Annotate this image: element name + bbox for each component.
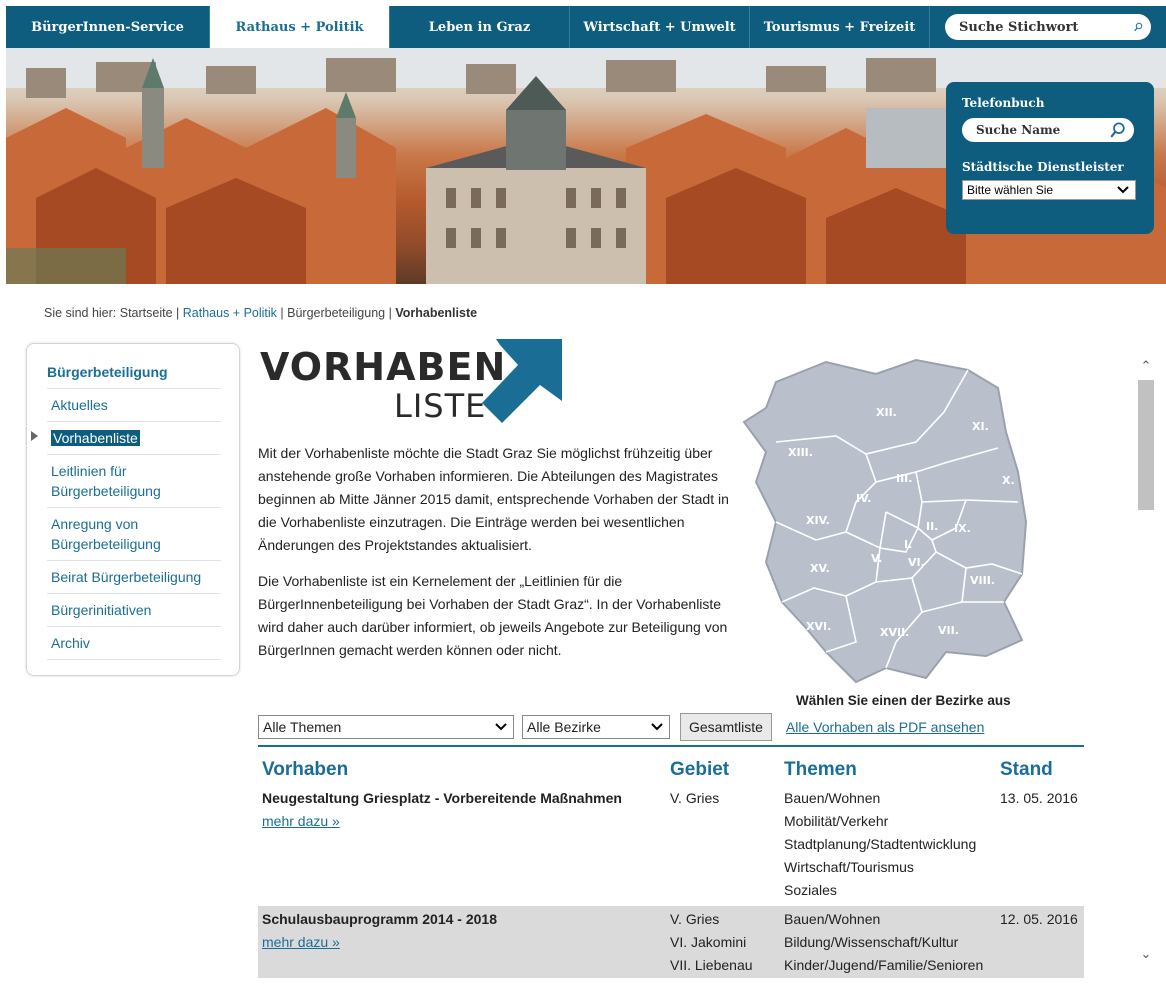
sidebar-item-aktuelles[interactable]: Aktuelles — [47, 389, 221, 422]
services-select-value: Bitte wählen Sie — [967, 183, 1054, 197]
keyword-search — [945, 14, 1151, 40]
intro-paragraph-2: Die Vorhabenliste ist ein Kernelement de… — [258, 573, 728, 658]
project-title: Neugestaltung Griesplatz - Vorbereitende… — [262, 790, 622, 806]
arrow-up-right-icon — [482, 339, 562, 423]
search-area — [930, 6, 1166, 48]
vorhabenliste-logo: VORHABEN LISTE — [260, 339, 562, 425]
map-district-label[interactable]: XVI. — [806, 620, 831, 633]
keyword-search-input[interactable] — [959, 19, 1134, 35]
theme-cell: Bauen/Wohnen — [784, 790, 881, 806]
sidebar-item-anregung[interactable]: Anregung von Bürgerbeteiligung — [47, 508, 221, 561]
map-district-label[interactable]: II. — [926, 520, 938, 533]
sidebar-item-archiv[interactable]: Archiv — [47, 627, 221, 660]
map-district-label[interactable]: VI. — [908, 556, 925, 569]
search-icon[interactable] — [1110, 122, 1126, 138]
map-district-label[interactable]: X. — [1002, 474, 1015, 487]
pdf-link[interactable]: Alle Vorhaben als PDF ansehen — [786, 719, 984, 735]
map-district-label[interactable]: V. — [871, 552, 882, 565]
area-cell: V. Gries — [670, 790, 720, 806]
phonebook-panel: Telefonbuch Städtische Dienstleister Bit… — [946, 82, 1154, 234]
table-row: Neugestaltung Griesplatz - Vorbereitende… — [258, 787, 1084, 905]
table-row: Schulausbauprogramm 2014 - 2018 mehr daz… — [258, 906, 1084, 978]
map-district-label[interactable]: XIII. — [788, 446, 813, 459]
area-cell: V. Gries — [670, 911, 720, 927]
map-district-label[interactable]: VIII. — [970, 574, 995, 587]
scrollbar-thumb[interactable] — [1138, 380, 1154, 510]
map-district-label[interactable]: XV. — [810, 562, 830, 575]
theme-cell: Bauen/Wohnen — [784, 911, 881, 927]
current-page-arrow-icon — [31, 431, 38, 441]
column-header-themen: Themen — [784, 759, 857, 780]
breadcrumb-prefix: Sie sind hier: — [44, 306, 117, 320]
logo-line-1: VORHABEN — [260, 345, 507, 389]
theme-cell: Wirtschaft/Tourismus — [784, 859, 914, 875]
column-header-stand: Stand — [1000, 759, 1053, 780]
breadcrumb-home[interactable]: Startseite — [120, 306, 173, 320]
map-district-label[interactable]: III. — [896, 472, 912, 485]
services-label: Städtische Dienstleister — [962, 160, 1124, 174]
chevron-down-icon — [495, 723, 507, 731]
intro-paragraph-1: Mit der Vorhabenliste möchte die Stadt G… — [258, 445, 729, 553]
theme-cell: Bildung/Wissenschaft/Kultur — [784, 934, 959, 950]
filter-bar: Alle Themen Alle Bezirke Gesamtliste All… — [258, 713, 984, 741]
breadcrumb: Sie sind hier: Startseite | Rathaus + Po… — [44, 306, 478, 320]
map-district-label[interactable]: I. — [904, 538, 912, 551]
top-navigation: BürgerInnen-Service Rathaus + Politik Le… — [6, 6, 1166, 48]
area-cell: VII. Liebenau — [670, 957, 753, 973]
map-district-label[interactable]: XVII. — [880, 626, 909, 639]
sidebar-item-vorhabenliste[interactable]: Vorhabenliste — [31, 422, 221, 455]
sidebar-item-beirat[interactable]: Beirat Bürgerbeteiligung — [47, 561, 221, 594]
themes-select-value: Alle Themen — [263, 719, 342, 735]
date-cell: 13. 05. 2016 — [1000, 790, 1078, 806]
theme-cell: Kinder/Jugend/Familie/Senioren — [784, 957, 984, 973]
tab-leben-in-graz[interactable]: Leben in Graz — [390, 6, 570, 48]
sidebar-item-buergerinitiativen[interactable]: Bürgerinitiativen — [47, 594, 221, 627]
area-cell: VI. Jakomini — [670, 934, 747, 950]
full-list-button[interactable]: Gesamtliste — [680, 713, 772, 741]
breadcrumb-current: Vorhabenliste — [395, 306, 478, 320]
sidebar-item-leitlinien[interactable]: Leitlinien für Bürgerbeteiligung — [47, 455, 221, 508]
map-district-label[interactable]: VII. — [938, 624, 959, 637]
name-search — [962, 118, 1134, 142]
theme-cell: Stadtplanung/Stadtentwicklung — [784, 836, 977, 852]
breadcrumb-rathaus-politik[interactable]: Rathaus + Politik — [183, 306, 277, 320]
map-district-label[interactable]: XIV. — [806, 514, 830, 527]
chevron-down-icon — [1117, 186, 1129, 194]
intro-text: Mit der Vorhabenliste möchte die Stadt G… — [258, 442, 738, 662]
map-district-label[interactable]: XII. — [876, 406, 897, 419]
sidebar-nav: Bürgerbeteiligung Aktuelles Vorhabenlist… — [26, 343, 240, 676]
date-cell: 12. 05. 2016 — [1000, 911, 1078, 927]
column-header-gebiet: Gebiet — [670, 759, 730, 780]
name-search-input[interactable] — [976, 123, 1110, 137]
project-title: Schulausbauprogramm 2014 - 2018 — [262, 911, 497, 927]
map-district-label[interactable]: XI. — [972, 420, 989, 433]
chevron-down-icon — [651, 723, 663, 731]
districts-select[interactable]: Alle Bezirke — [522, 715, 670, 739]
divider — [258, 745, 1084, 747]
tab-wirtschaft-umwelt[interactable]: Wirtschaft + Umwelt — [570, 6, 750, 48]
tab-rathaus-politik[interactable]: Rathaus + Politik — [210, 6, 390, 48]
district-map: I. II. III. IV. V. VI. VII. VIII. IX. X.… — [742, 358, 1028, 684]
more-link[interactable]: mehr dazu » — [262, 810, 622, 833]
districts-select-value: Alle Bezirke — [527, 719, 601, 735]
scroll-up-icon[interactable]: ⌃ — [1138, 358, 1154, 374]
column-header-vorhaben: Vorhaben — [262, 759, 349, 780]
breadcrumb-buergerbeteiligung[interactable]: Bürgerbeteiligung — [287, 306, 385, 320]
map-district-label[interactable]: IX. — [954, 522, 971, 535]
tab-buergerinnen-service[interactable]: BürgerInnen-Service — [6, 6, 210, 48]
logo-line-2: LISTE — [394, 387, 487, 425]
sidebar-heading[interactable]: Bürgerbeteiligung — [47, 364, 221, 389]
tab-tourismus-freizeit[interactable]: Tourismus + Freizeit — [750, 6, 930, 48]
map-caption: Wählen Sie einen der Bezirke aus — [796, 693, 1011, 708]
theme-cell: Mobilität/Verkehr — [784, 813, 889, 829]
theme-cell: Soziales — [784, 882, 837, 898]
services-select[interactable]: Bitte wählen Sie — [962, 180, 1136, 200]
more-link[interactable]: mehr dazu » — [262, 931, 497, 954]
search-icon[interactable] — [1134, 18, 1143, 36]
phonebook-title: Telefonbuch — [962, 96, 1045, 110]
scrollbar[interactable]: ⌃ ⌄ — [1132, 340, 1158, 976]
themes-select[interactable]: Alle Themen — [258, 715, 514, 739]
scroll-down-icon[interactable]: ⌄ — [1138, 946, 1154, 962]
map-district-label[interactable]: IV. — [856, 492, 871, 505]
